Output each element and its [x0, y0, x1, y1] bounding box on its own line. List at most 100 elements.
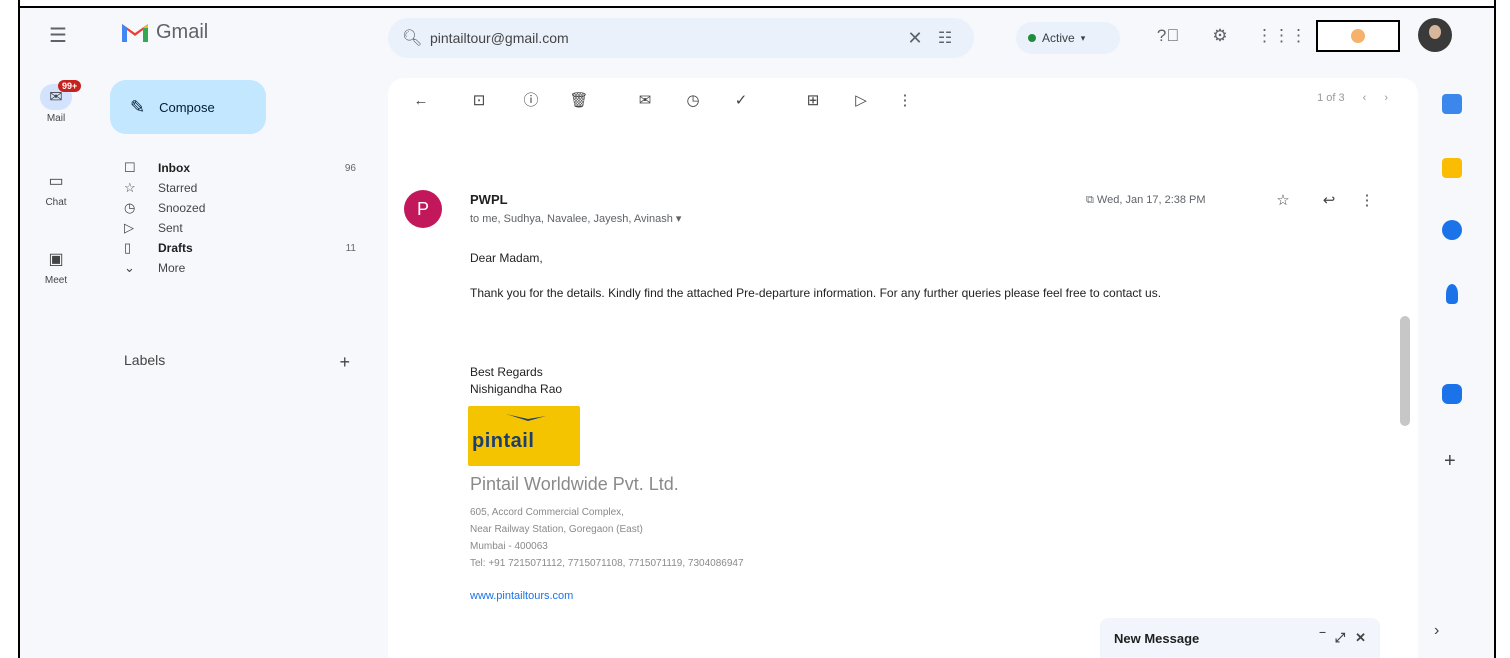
- gmail-logo[interactable]: Gmail: [120, 20, 208, 44]
- rail-item-mail[interactable]: ✉ 99+ Mail: [34, 80, 82, 124]
- send-icon: ▷: [124, 220, 134, 235]
- address-line-1: 605, Accord Commercial Complex,: [470, 507, 624, 518]
- scrollbar-thumb[interactable]: [1400, 316, 1410, 426]
- rail-item-chat[interactable]: ▭ Chat: [34, 168, 78, 208]
- rail-item-meet[interactable]: ▣ Meet: [34, 246, 78, 286]
- chevron-right-icon[interactable]: ›: [1384, 92, 1388, 104]
- delete-icon[interactable]: 🗑︎: [568, 90, 590, 112]
- close-icon[interactable]: ✕: [1355, 630, 1366, 646]
- email-date: ⧉ Wed, Jan 17, 2:38 PM: [1086, 194, 1206, 207]
- nav-item-starred[interactable]: ☆ Starred: [124, 178, 364, 198]
- address-line-2: Near Railway Station, Goregaon (East): [470, 524, 643, 535]
- screen-frame: ☰ Gmail 🔍︎ pintailtour@gmail.com ✕ ☷ Act…: [0, 0, 1510, 658]
- more-options-icon[interactable]: ⋮: [894, 90, 916, 112]
- nav-item-more[interactable]: ⌄ More: [124, 258, 364, 278]
- clear-search-icon[interactable]: ✕: [900, 28, 930, 49]
- regards-line: Best Regards: [470, 365, 543, 379]
- draft-icon: ▯: [124, 240, 132, 255]
- search-bar[interactable]: 🔍︎ pintailtour@gmail.com ✕ ☷: [388, 18, 974, 58]
- chevron-down-icon: ⌄: [124, 260, 135, 275]
- sender-avatar[interactable]: P: [404, 190, 442, 228]
- clock-icon: ◷: [124, 200, 136, 215]
- help-icon[interactable]: ?⃝: [1156, 24, 1180, 48]
- message-toolbar: ← ⊡ ⓘ 🗑︎ ✉ ◷ ✓ ⊞ ▷ ⋮ 1 of 3 ‹ ›: [388, 78, 1418, 122]
- move-to-icon[interactable]: ⊞: [802, 90, 824, 112]
- nav-label: Drafts: [158, 241, 193, 255]
- back-arrow-icon[interactable]: ←: [410, 90, 432, 112]
- folder-nav: ☐ Inbox 96 ☆ Starred ◷ Snoozed ▷ Sent ▯ …: [124, 158, 364, 278]
- keep-icon[interactable]: [1442, 158, 1462, 178]
- bird-icon: [506, 414, 546, 421]
- gmail-app: ☰ Gmail 🔍︎ pintailtour@gmail.com ✕ ☷ Act…: [20, 8, 1494, 658]
- pager: 1 of 3 ‹ ›: [1317, 92, 1388, 104]
- calendar-icon[interactable]: [1442, 94, 1462, 114]
- rail-label-mail: Mail: [46, 113, 66, 124]
- account-avatar[interactable]: [1418, 18, 1452, 52]
- nav-item-drafts[interactable]: ▯ Drafts 11: [124, 238, 364, 258]
- search-options-icon[interactable]: ☷: [930, 28, 960, 48]
- compose-button[interactable]: ✎ Compose: [110, 80, 266, 134]
- star-message-icon[interactable]: ☆: [1272, 190, 1294, 212]
- snooze-icon[interactable]: ◷: [682, 90, 704, 112]
- archive-icon[interactable]: ⊡: [468, 90, 490, 112]
- labels-header: Labels +: [124, 352, 350, 373]
- nav-label: Inbox: [158, 161, 190, 175]
- settings-gear-icon[interactable]: ⚙: [1208, 24, 1232, 48]
- avatar-face: [1429, 25, 1441, 39]
- search-input[interactable]: pintailtour@gmail.com: [430, 30, 900, 46]
- sender-name[interactable]: PWPL: [470, 192, 508, 207]
- add-label-icon[interactable]: +: [339, 352, 350, 373]
- website-link[interactable]: www.pintailtours.com: [470, 590, 573, 602]
- apps-grid-icon[interactable]: ⋮⋮⋮: [1256, 24, 1307, 48]
- labels-title: Labels: [124, 352, 166, 368]
- pencil-icon: ✎: [130, 96, 146, 117]
- company-name: Pintail Worldwide Pvt. Ltd.: [470, 474, 679, 494]
- border-right: [1494, 0, 1496, 658]
- mark-unread-icon[interactable]: ✉: [634, 90, 656, 112]
- new-message-title: New Message: [1114, 630, 1200, 646]
- main-menu-icon[interactable]: ☰: [46, 24, 70, 48]
- chevron-down-icon: ▾: [1080, 32, 1086, 43]
- nav-count: 11: [345, 242, 356, 254]
- compose-label: Compose: [159, 99, 215, 115]
- add-addon-icon[interactable]: +: [1444, 450, 1456, 473]
- message-more-icon[interactable]: ⋮: [1356, 190, 1378, 212]
- highlighted-box[interactable]: [1316, 20, 1400, 52]
- chevron-down-icon[interactable]: ▾: [676, 213, 682, 225]
- gmail-m-icon: [122, 24, 148, 42]
- phone-line: Tel: +91 7215071112, 7715071108, 7715071…: [470, 558, 744, 569]
- expand-icon[interactable]: ⤢: [1335, 630, 1345, 646]
- tasks-icon[interactable]: [1442, 220, 1462, 240]
- star-icon: ☆: [124, 180, 136, 195]
- reply-icon[interactable]: ↩: [1318, 190, 1340, 212]
- status-dropdown[interactable]: Active ▾: [1016, 22, 1120, 54]
- unread-badge: 99+: [58, 80, 82, 92]
- chevron-right-icon[interactable]: ›: [1434, 622, 1439, 640]
- zoom-icon[interactable]: [1442, 384, 1462, 404]
- minimize-icon[interactable]: ‾: [1320, 630, 1324, 646]
- lightbulb-icon: [1351, 29, 1365, 43]
- nav-item-sent[interactable]: ▷ Sent: [124, 218, 364, 238]
- new-message-bar[interactable]: New Message ‾ ⤢ ✕: [1100, 618, 1380, 658]
- signer-name: Nishigandha Rao: [470, 382, 563, 396]
- nav-count: 96: [344, 162, 356, 174]
- rail-label-chat: Chat: [45, 197, 67, 208]
- label-icon[interactable]: ▷: [850, 90, 872, 112]
- chat-icon: ▭: [48, 173, 64, 190]
- pintail-logo: pintail: [468, 406, 580, 466]
- nav-item-snoozed[interactable]: ◷ Snoozed: [124, 198, 364, 218]
- nav-label: Snoozed: [158, 201, 206, 215]
- address-line-3: Mumbai - 400063: [470, 541, 548, 552]
- greeting: Dear Madam,: [470, 251, 543, 265]
- nav-item-inbox[interactable]: ☐ Inbox 96: [124, 158, 364, 178]
- status-label: Active: [1042, 31, 1075, 45]
- search-icon[interactable]: 🔍︎: [402, 28, 422, 48]
- compose-controls: ‾ ⤢ ✕: [1320, 630, 1366, 646]
- contacts-icon[interactable]: [1446, 284, 1458, 304]
- add-task-icon[interactable]: ✓: [730, 90, 752, 112]
- report-spam-icon[interactable]: ⓘ: [520, 90, 542, 112]
- recipients[interactable]: to me, Sudhya, Navalee, Jayesh, Avinash …: [470, 212, 681, 225]
- signature-block: Best Regards Nishigandha Rao: [470, 364, 562, 398]
- inbox-icon: ☐: [124, 160, 136, 175]
- chevron-left-icon[interactable]: ‹: [1363, 92, 1367, 104]
